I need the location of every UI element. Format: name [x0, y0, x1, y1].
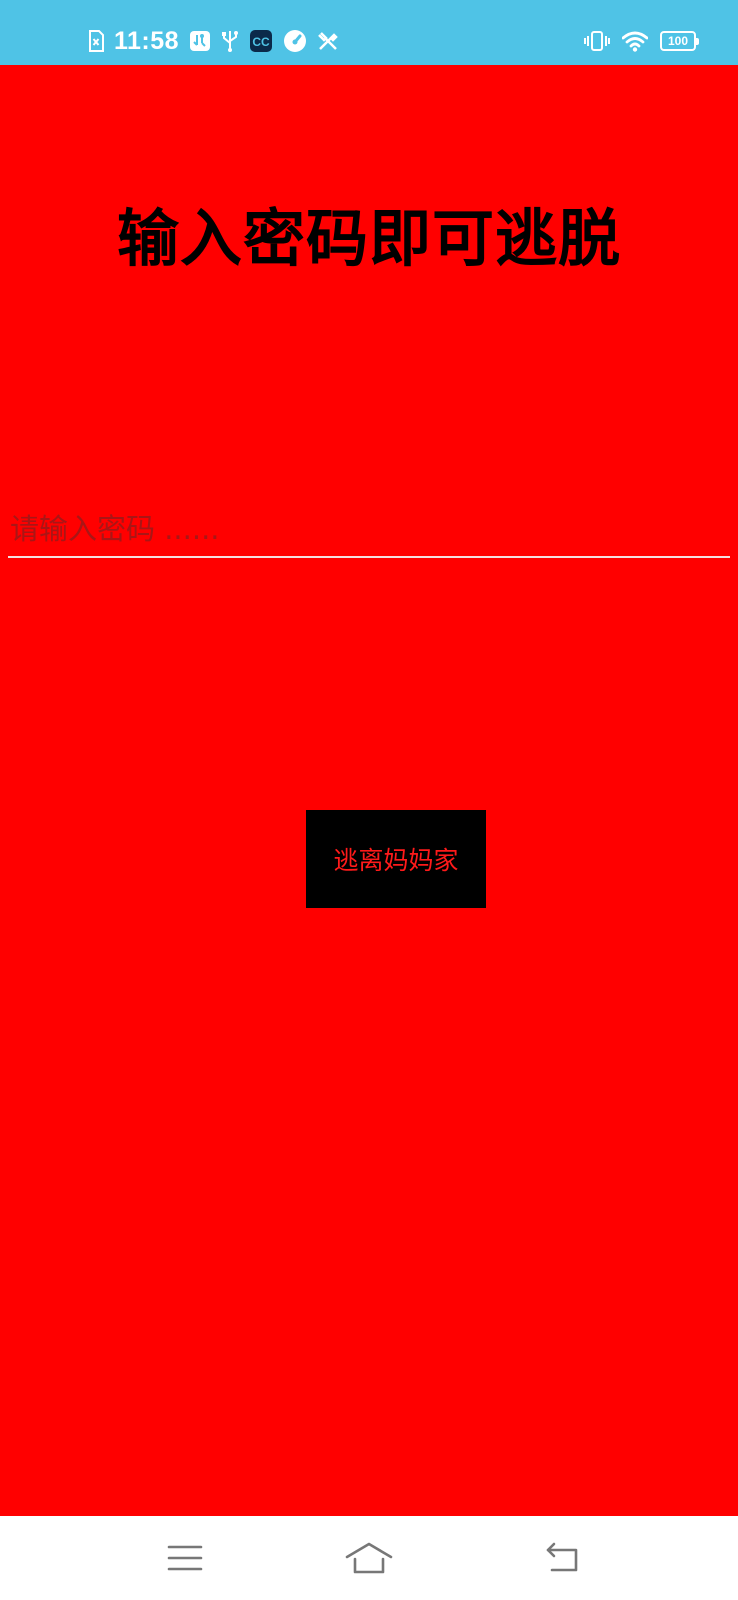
usb-debug-icon — [189, 30, 211, 52]
password-input[interactable] — [8, 508, 730, 558]
tools-icon — [317, 30, 339, 52]
sim-card-icon — [88, 30, 104, 52]
svg-text:CC: CC — [252, 35, 270, 49]
menu-icon — [167, 1545, 203, 1571]
escape-button[interactable]: 逃离妈妈家 — [306, 810, 486, 908]
status-bar: 11:58 CC 100 — [0, 0, 738, 65]
menu-button[interactable] — [157, 1530, 213, 1586]
navigation-bar — [0, 1516, 738, 1600]
vibrate-icon — [584, 30, 610, 52]
status-left-group: 11:58 CC — [88, 0, 339, 82]
wifi-icon — [622, 30, 648, 52]
page-title: 输入密码即可逃脱 — [116, 202, 621, 275]
battery-level: 100 — [667, 34, 689, 48]
app-cc-icon: CC — [249, 29, 273, 53]
speedometer-icon — [283, 29, 307, 53]
status-time: 11:58 — [114, 26, 180, 55]
back-icon — [546, 1542, 578, 1572]
usb-icon — [221, 29, 239, 53]
home-button[interactable] — [341, 1530, 397, 1586]
home-icon — [345, 1542, 393, 1574]
status-right-group: 100 — [584, 0, 699, 82]
back-button[interactable] — [535, 1530, 591, 1586]
battery-icon: 100 — [660, 31, 699, 51]
